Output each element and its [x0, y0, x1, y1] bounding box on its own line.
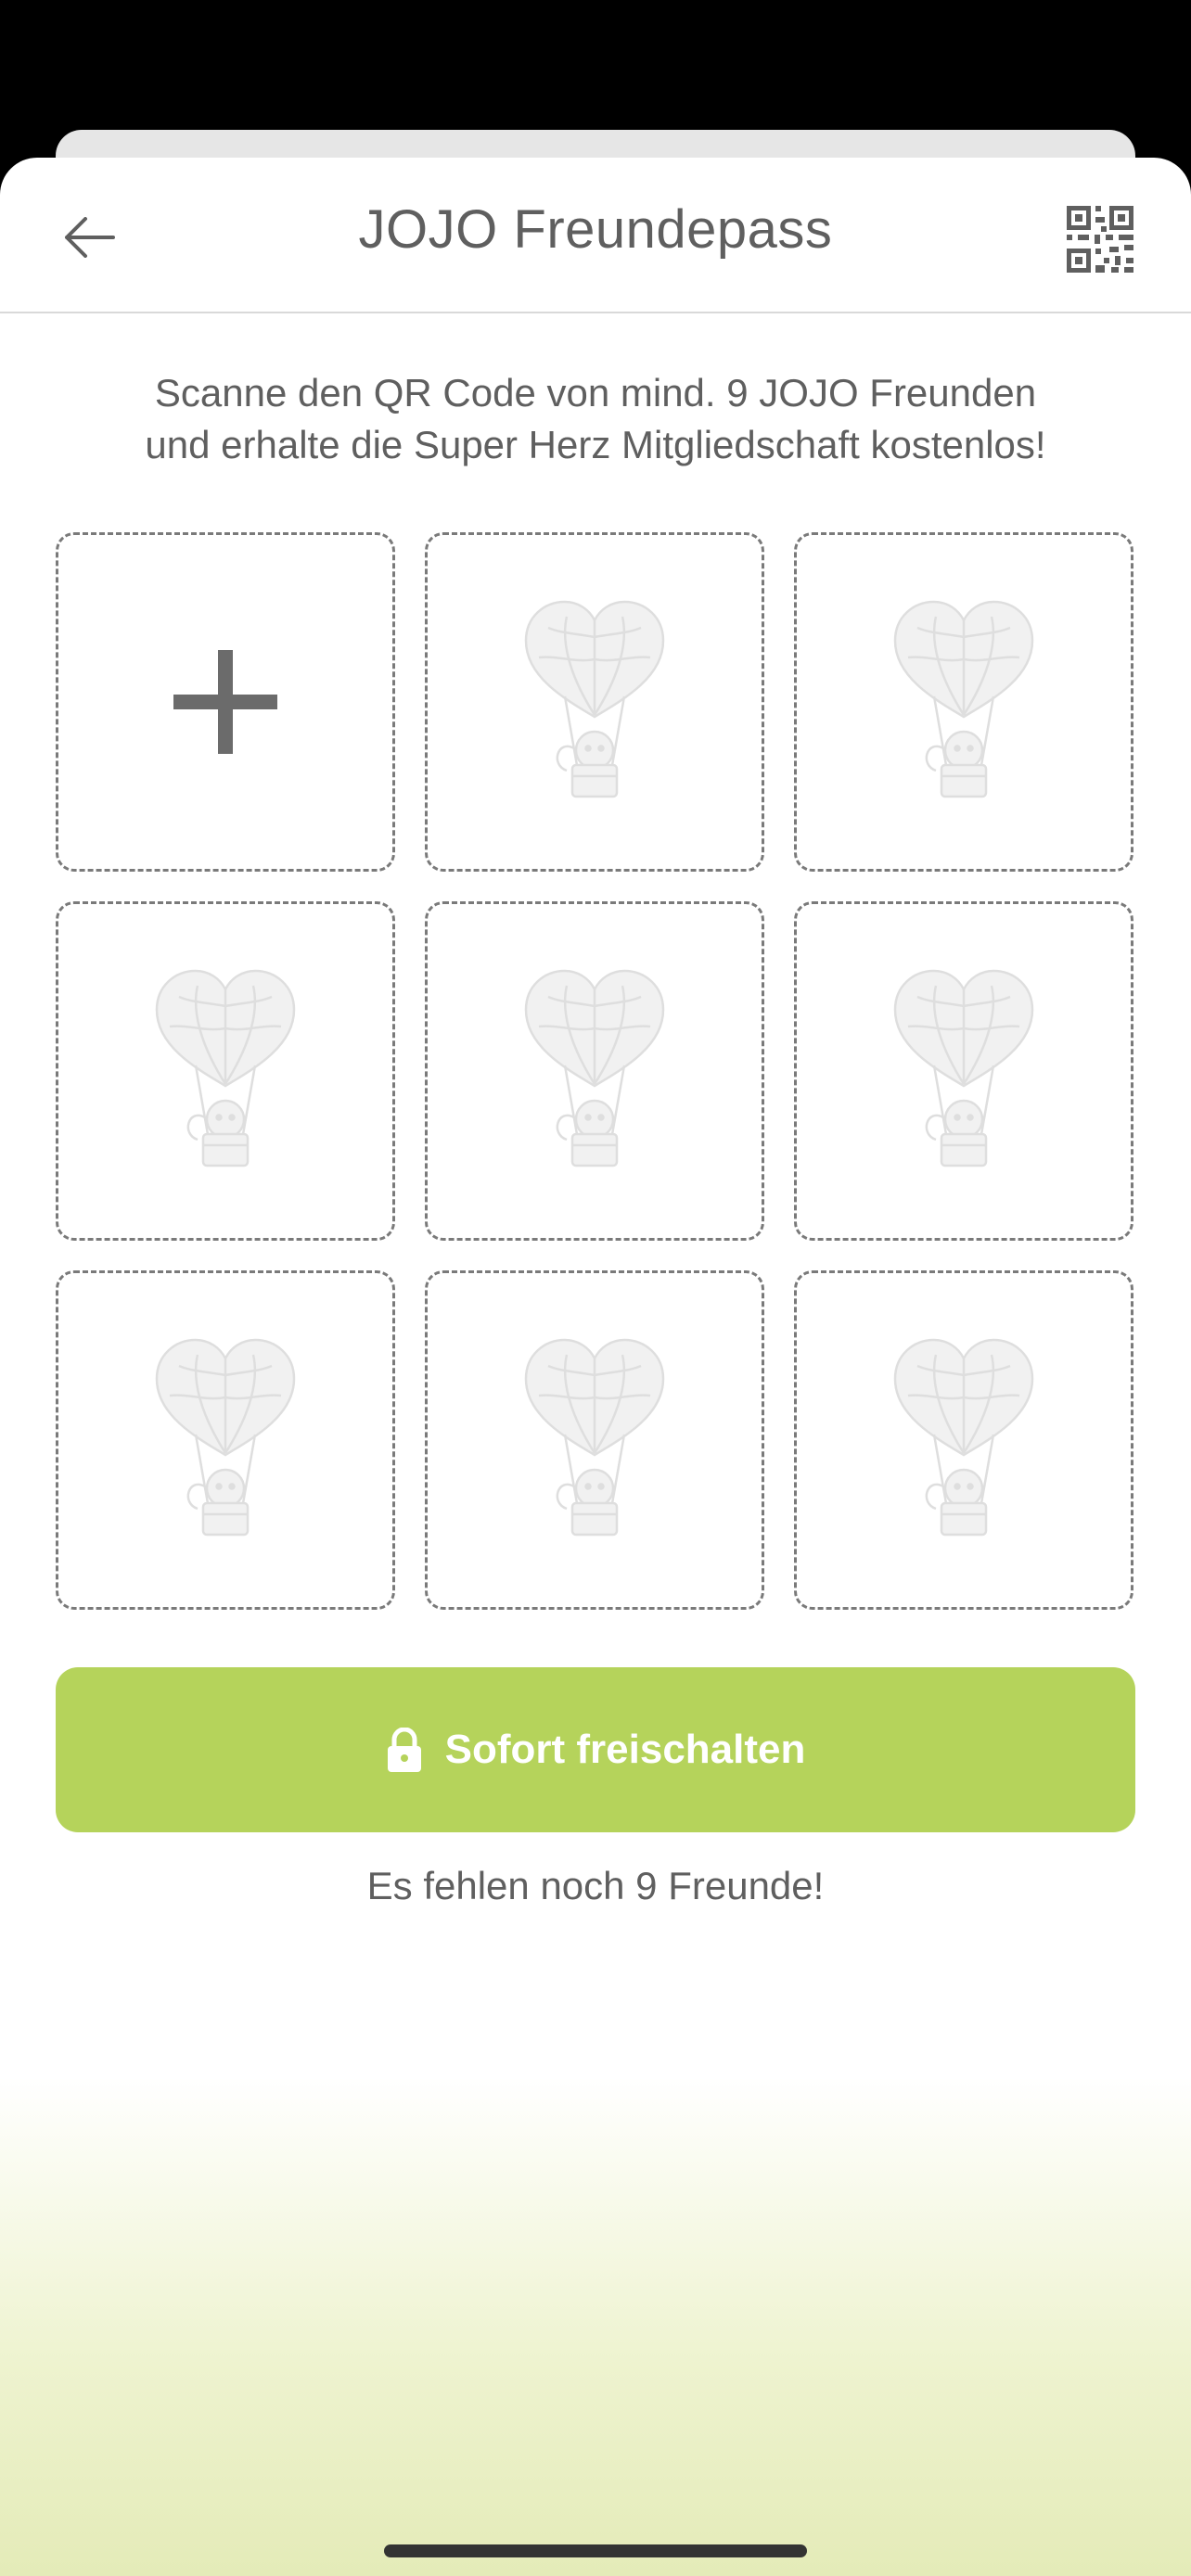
friend-slot-empty — [425, 901, 764, 1241]
friend-slot-empty — [794, 1270, 1133, 1610]
intro-text: Scanne den QR Code von mind. 9 JOJO Freu… — [56, 367, 1135, 471]
heart-balloon-monkey-icon — [893, 969, 1034, 1167]
qr-code-icon — [1067, 206, 1133, 273]
intro-line-1: Scanne den QR Code von mind. 9 JOJO Freu… — [154, 371, 1037, 414]
heart-balloon-monkey-icon — [524, 600, 665, 798]
unlock-now-label: Sofort freischalten — [444, 1727, 806, 1772]
missing-friends-text: Es fehlen noch 9 Freunde! — [366, 1864, 825, 1907]
heart-balloon-monkey-icon — [893, 1338, 1034, 1537]
page-title: JOJO Freundepass — [358, 199, 833, 260]
unlock-now-button[interactable]: Sofort freischalten — [56, 1667, 1135, 1832]
home-indicator[interactable] — [384, 2544, 807, 2557]
friend-slot-empty — [794, 532, 1133, 872]
lock-icon — [387, 1728, 421, 1772]
friend-slot-empty — [794, 901, 1133, 1241]
friend-slot-empty — [425, 532, 764, 872]
qr-code-button[interactable] — [1067, 206, 1133, 273]
add-friend-slot[interactable] — [56, 532, 395, 872]
friend-slot-empty — [56, 901, 395, 1241]
friend-slot-empty — [56, 1270, 395, 1610]
friend-slot-empty — [425, 1270, 764, 1610]
header-bar: JOJO Freundepass — [0, 158, 1191, 313]
friend-slots-grid — [56, 532, 1135, 1610]
heart-balloon-monkey-icon — [155, 969, 296, 1167]
plus-icon — [173, 650, 277, 754]
freundepass-sheet: JOJO Freundepass Scanne den QR Code von … — [0, 158, 1191, 2576]
intro-line-2: und erhalte die Super Herz Mitgliedschaf… — [145, 423, 1046, 466]
heart-balloon-monkey-icon — [893, 600, 1034, 798]
heart-balloon-monkey-icon — [524, 1338, 665, 1537]
heart-balloon-monkey-icon — [524, 969, 665, 1167]
heart-balloon-monkey-icon — [155, 1338, 296, 1537]
